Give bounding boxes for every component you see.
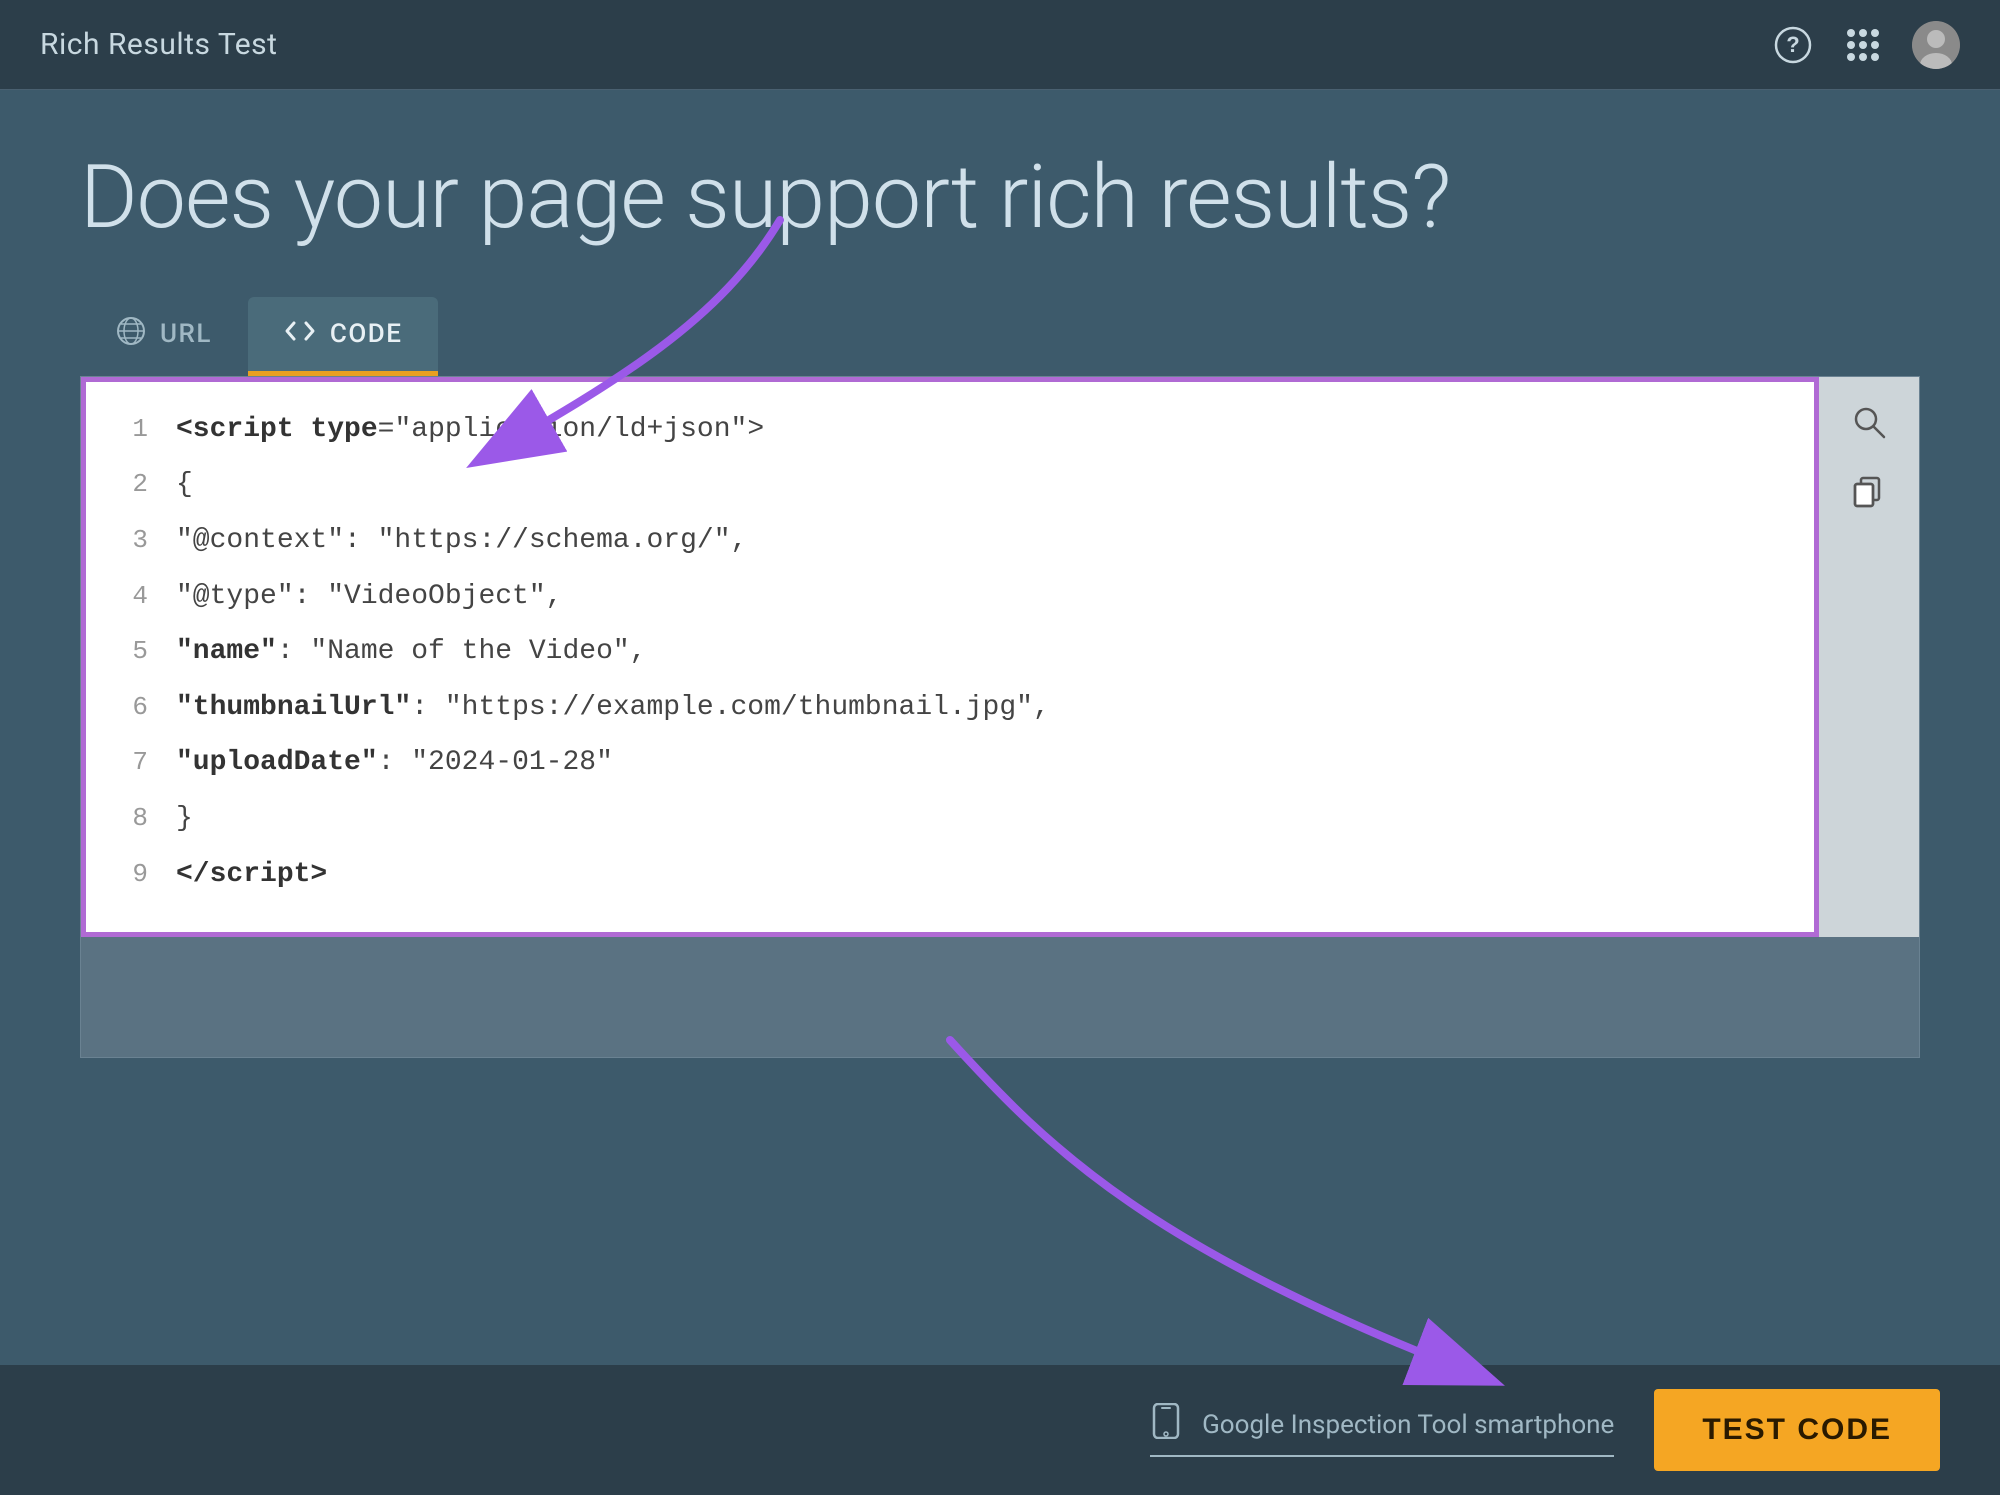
editor-container: 1<script type="application/ld+json">2{3"…	[80, 376, 1920, 1058]
tab-url[interactable]: URL	[80, 298, 248, 371]
tab-code-label: CODE	[330, 319, 403, 349]
copy-icon[interactable]	[1844, 467, 1894, 517]
main-content: Does your page support rich results? URL	[0, 90, 2000, 1058]
editor-footer	[81, 937, 1919, 1057]
line-content: "name": "Name of the Video",	[176, 628, 647, 676]
tab-code[interactable]: CODE	[248, 297, 439, 372]
grid-dots	[1847, 29, 1879, 61]
line-content: }	[176, 795, 193, 843]
device-label: Google Inspection Tool smartphone	[1202, 1410, 1614, 1440]
line-content: {	[176, 461, 193, 509]
code-line: 9 </script>	[86, 847, 1814, 903]
code-line: 6 "thumbnailUrl": "https://example.com/th…	[86, 680, 1814, 736]
line-content: "thumbnailUrl": "https://example.com/thu…	[176, 684, 1050, 732]
line-number: 3	[106, 518, 148, 562]
smartphone-icon	[1150, 1403, 1182, 1447]
topbar: Rich Results Test ?	[0, 0, 2000, 90]
globe-icon	[116, 316, 146, 353]
line-number: 2	[106, 462, 148, 506]
line-number: 8	[106, 796, 148, 840]
code-line: 4 "@type": "VideoObject",	[86, 569, 1814, 625]
line-number: 5	[106, 629, 148, 673]
svg-text:?: ?	[1786, 32, 1799, 57]
search-icon[interactable]	[1844, 397, 1894, 447]
line-number: 4	[106, 574, 148, 618]
line-number: 9	[106, 852, 148, 896]
code-editor[interactable]: 1<script type="application/ld+json">2{3"…	[81, 377, 1819, 937]
code-line: 3 "@context": "https://schema.org/",	[86, 513, 1814, 569]
bottom-bar: Google Inspection Tool smartphone TEST C…	[0, 1365, 2000, 1495]
input-tabs: URL CODE	[80, 297, 1920, 372]
test-code-button[interactable]: TEST CODE	[1654, 1389, 1940, 1471]
code-line: 7 "uploadDate": "2024-01-28"	[86, 735, 1814, 791]
editor-inner: 1<script type="application/ld+json">2{3"…	[81, 377, 1919, 937]
line-content: "uploadDate": "2024-01-28"	[176, 739, 613, 787]
line-content: "@context": "https://schema.org/",	[176, 517, 747, 565]
app-title: Rich Results Test	[40, 27, 277, 62]
device-selector[interactable]: Google Inspection Tool smartphone	[1150, 1403, 1614, 1457]
topbar-actions: ?	[1772, 21, 1960, 69]
tab-url-label: URL	[160, 319, 212, 349]
help-icon[interactable]: ?	[1772, 24, 1814, 66]
apps-grid-icon[interactable]	[1842, 24, 1884, 66]
code-line: 5 "name": "Name of the Video",	[86, 624, 1814, 680]
code-line: 2{	[86, 457, 1814, 513]
editor-sidebar	[1819, 377, 1919, 937]
line-content: "@type": "VideoObject",	[176, 573, 562, 621]
line-content: </script>	[176, 851, 327, 899]
code-line: 8}	[86, 791, 1814, 847]
line-number: 6	[106, 685, 148, 729]
code-brackets-icon	[284, 315, 316, 354]
line-number: 1	[106, 407, 148, 451]
code-line: 1 <script type="application/ld+json">	[86, 402, 1814, 458]
line-content: <script type="application/ld+json">	[176, 406, 764, 454]
page-headline: Does your page support rich results?	[80, 150, 1920, 247]
line-number: 7	[106, 740, 148, 784]
user-avatar[interactable]	[1912, 21, 1960, 69]
